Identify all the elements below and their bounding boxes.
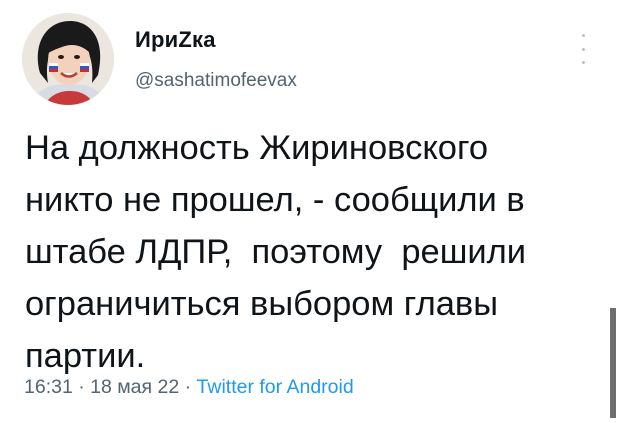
- tweet-source-link[interactable]: Twitter for Android: [197, 376, 354, 398]
- display-name[interactable]: ИриZка: [135, 27, 216, 53]
- tweet-text-line: ограничиться выбором главы: [25, 285, 499, 323]
- tweet-meta: 16:31 · 18 мая 22 · Twitter for Android: [24, 376, 354, 399]
- tweet-text-line: никто не прошел, - сообщили в: [25, 181, 525, 219]
- tweet-date[interactable]: 18 мая 22: [90, 376, 179, 398]
- user-avatar[interactable]: [22, 13, 114, 105]
- user-handle[interactable]: @sashatimofeevax: [135, 70, 297, 92]
- tweet-time[interactable]: 16:31: [24, 376, 73, 398]
- tweet-card: ИриZка @sashatimofeevax На должность Жир…: [0, 0, 620, 423]
- meta-separator: ·: [72, 376, 91, 398]
- tweet-text-line: штабе ЛДПР, поэтому решили: [25, 233, 527, 271]
- tweet-text-line: На должность Жириновского: [25, 129, 489, 167]
- tweet-text: На должность Жириновского никто не прошел…: [25, 122, 595, 382]
- more-vertical-icon[interactable]: [576, 34, 590, 64]
- tweet-text-line: партии.: [25, 337, 146, 375]
- scrollbar[interactable]: [610, 308, 616, 418]
- meta-separator: ·: [179, 376, 197, 398]
